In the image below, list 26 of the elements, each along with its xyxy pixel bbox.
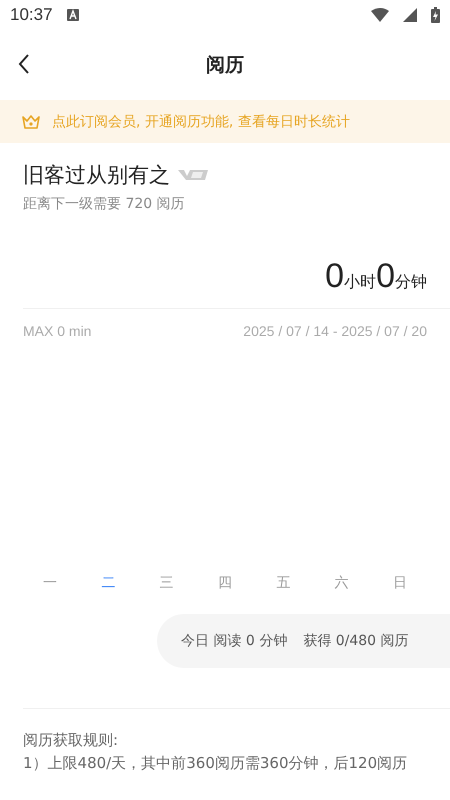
level-badge-icon: [178, 169, 208, 181]
weekday-tab[interactable]: 二: [79, 572, 138, 594]
weekday-tab[interactable]: 一: [21, 572, 80, 594]
today-earned: 获得 0/480 阅历: [303, 632, 409, 650]
user-name: 旧客过从别有之: [23, 162, 170, 189]
signal-icon: [403, 8, 417, 22]
page-title: 阅历: [206, 53, 244, 78]
crown-icon: [22, 114, 40, 128]
wifi-icon: [371, 8, 389, 22]
rule-text: 1）上限480/天，其中前360阅历需360分钟，后120阅历: [23, 754, 408, 773]
weekday-tab[interactable]: 四: [196, 572, 254, 594]
banner-text: 点此订阅会员, 开通阅历功能, 查看每日时长统计: [52, 112, 350, 130]
date-range: 2025 / 07 / 14 - 2025 / 07 / 20: [243, 323, 427, 339]
today-reading: 今日 阅读 0 分钟: [181, 632, 288, 650]
rules-title: 阅历获取规则:: [23, 731, 120, 750]
battery-icon: [431, 7, 440, 23]
weekday-tab[interactable]: 三: [138, 572, 196, 594]
max-label: MAX 0 min: [23, 323, 92, 339]
app-notification-icon: [66, 9, 79, 21]
weekday-tab[interactable]: 五: [254, 572, 312, 594]
status-time: 10:37: [10, 5, 53, 25]
weekday-tab[interactable]: 六: [312, 572, 371, 594]
next-level-text: 距离下一级需要 720 阅历: [23, 195, 186, 213]
weekday-tab[interactable]: 日: [370, 572, 429, 594]
membership-banner[interactable]: 点此订阅会员, 开通阅历功能, 查看每日时长统计: [0, 100, 450, 143]
total-time: 0小时0分钟: [23, 213, 450, 309]
